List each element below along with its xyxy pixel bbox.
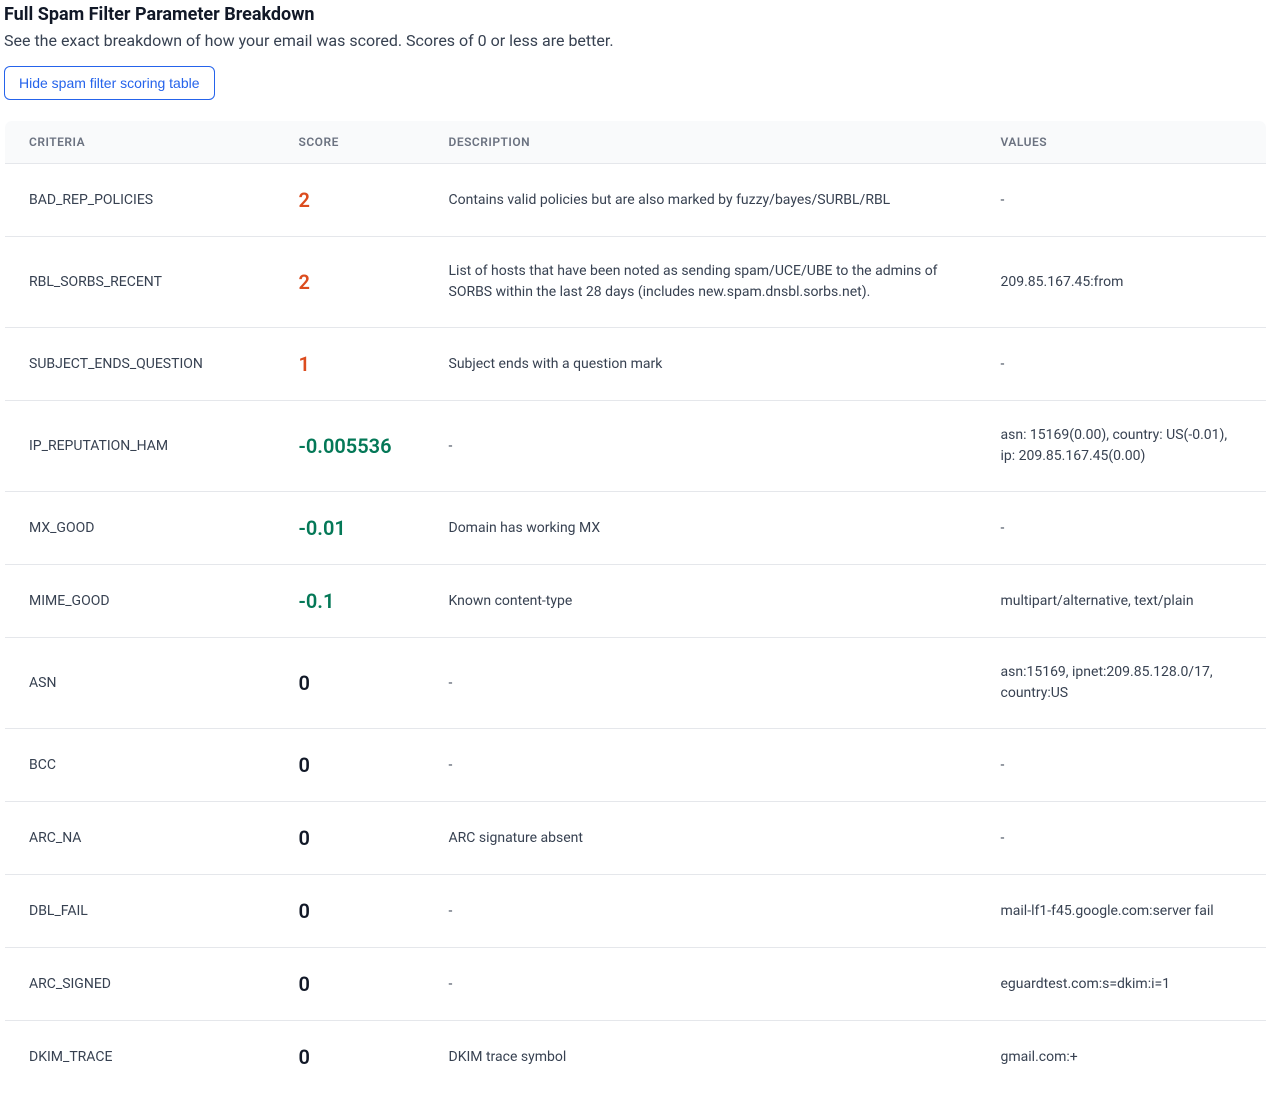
values-cell: -: [977, 729, 1267, 802]
description-cell: DKIM trace symbol: [425, 1021, 977, 1094]
score-cell: 1: [275, 328, 425, 401]
score-cell: 0: [275, 729, 425, 802]
spam-filter-table: CRITERIA SCORE DESCRIPTION VALUES BAD_RE…: [4, 120, 1267, 1094]
table-row: DBL_FAIL0-mail-lf1-f45.google.com:server…: [5, 875, 1267, 948]
description-cell: -: [425, 948, 977, 1021]
criteria-cell: ARC_NA: [5, 802, 275, 875]
values-cell: -: [977, 802, 1267, 875]
table-row: ASN0-asn:15169, ipnet:209.85.128.0/17, c…: [5, 638, 1267, 729]
criteria-cell: MX_GOOD: [5, 492, 275, 565]
hide-table-button[interactable]: Hide spam filter scoring table: [4, 66, 215, 100]
description-cell: -: [425, 875, 977, 948]
score-cell: -0.01: [275, 492, 425, 565]
col-header-description: DESCRIPTION: [425, 121, 977, 164]
description-cell: Known content-type: [425, 565, 977, 638]
col-header-score: SCORE: [275, 121, 425, 164]
table-row: BCC0--: [5, 729, 1267, 802]
table-row: ARC_NA0ARC signature absent-: [5, 802, 1267, 875]
score-cell: 0: [275, 1021, 425, 1094]
values-cell: -: [977, 328, 1267, 401]
criteria-cell: IP_REPUTATION_HAM: [5, 401, 275, 492]
description-cell: ARC signature absent: [425, 802, 977, 875]
score-cell: 2: [275, 164, 425, 237]
values-cell: mail-lf1-f45.google.com:server fail: [977, 875, 1267, 948]
description-cell: -: [425, 729, 977, 802]
score-cell: 2: [275, 237, 425, 328]
values-cell: eguardtest.com:s=dkim:i=1: [977, 948, 1267, 1021]
page-title: Full Spam Filter Parameter Breakdown: [4, 4, 1267, 25]
values-cell: -: [977, 164, 1267, 237]
description-cell: Subject ends with a question mark: [425, 328, 977, 401]
description-cell: List of hosts that have been noted as se…: [425, 237, 977, 328]
table-row: DKIM_TRACE0DKIM trace symbolgmail.com:+: [5, 1021, 1267, 1094]
score-cell: 0: [275, 638, 425, 729]
description-cell: -: [425, 401, 977, 492]
criteria-cell: DKIM_TRACE: [5, 1021, 275, 1094]
table-header-row: CRITERIA SCORE DESCRIPTION VALUES: [5, 121, 1267, 164]
table-row: ARC_SIGNED0-eguardtest.com:s=dkim:i=1: [5, 948, 1267, 1021]
description-cell: Contains valid policies but are also mar…: [425, 164, 977, 237]
col-header-criteria: CRITERIA: [5, 121, 275, 164]
table-row: MIME_GOOD-0.1Known content-typemultipart…: [5, 565, 1267, 638]
values-cell: gmail.com:+: [977, 1021, 1267, 1094]
criteria-cell: SUBJECT_ENDS_QUESTION: [5, 328, 275, 401]
score-cell: 0: [275, 875, 425, 948]
criteria-cell: BCC: [5, 729, 275, 802]
col-header-values: VALUES: [977, 121, 1267, 164]
table-row: BAD_REP_POLICIES2Contains valid policies…: [5, 164, 1267, 237]
score-cell: -0.1: [275, 565, 425, 638]
values-cell: 209.85.167.45:from: [977, 237, 1267, 328]
criteria-cell: RBL_SORBS_RECENT: [5, 237, 275, 328]
values-cell: multipart/alternative, text/plain: [977, 565, 1267, 638]
description-cell: Domain has working MX: [425, 492, 977, 565]
table-row: IP_REPUTATION_HAM-0.005536-asn: 15169(0.…: [5, 401, 1267, 492]
description-cell: -: [425, 638, 977, 729]
score-cell: -0.005536: [275, 401, 425, 492]
table-row: MX_GOOD-0.01Domain has working MX-: [5, 492, 1267, 565]
page-subtitle: See the exact breakdown of how your emai…: [4, 31, 1267, 50]
values-cell: asn: 15169(0.00), country: US(-0.01), ip…: [977, 401, 1267, 492]
table-row: SUBJECT_ENDS_QUESTION1Subject ends with …: [5, 328, 1267, 401]
values-cell: asn:15169, ipnet:209.85.128.0/17, countr…: [977, 638, 1267, 729]
criteria-cell: ARC_SIGNED: [5, 948, 275, 1021]
criteria-cell: BAD_REP_POLICIES: [5, 164, 275, 237]
criteria-cell: DBL_FAIL: [5, 875, 275, 948]
score-cell: 0: [275, 802, 425, 875]
table-row: RBL_SORBS_RECENT2List of hosts that have…: [5, 237, 1267, 328]
score-cell: 0: [275, 948, 425, 1021]
criteria-cell: ASN: [5, 638, 275, 729]
values-cell: -: [977, 492, 1267, 565]
criteria-cell: MIME_GOOD: [5, 565, 275, 638]
